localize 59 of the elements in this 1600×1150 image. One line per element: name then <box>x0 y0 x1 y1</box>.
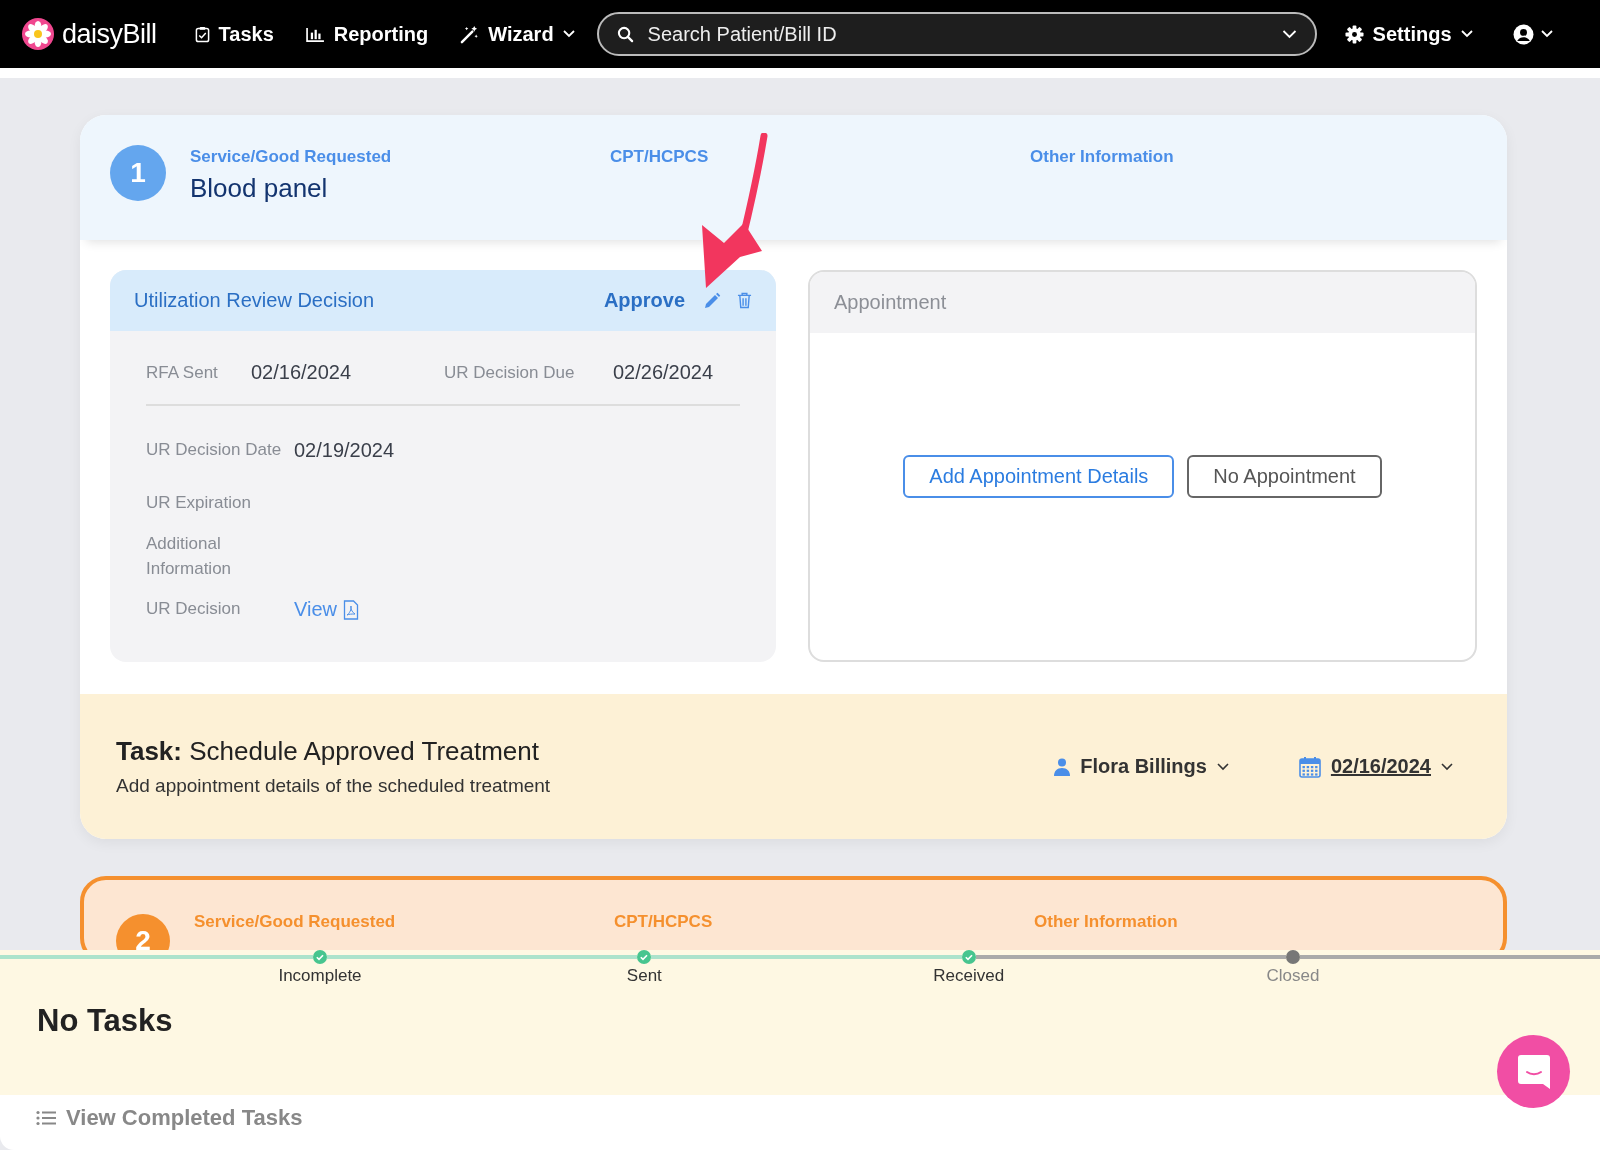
column-label: CPT/HCPCS <box>614 912 714 932</box>
user-avatar-icon <box>1512 23 1534 45</box>
nav-link[interactable]: Tasks <box>178 22 290 46</box>
chevron-down-icon <box>1216 762 1229 771</box>
chat-bubble-icon <box>1516 1053 1551 1090</box>
nav-link[interactable]: Reporting <box>289 22 445 46</box>
panel-title: No Tasks <box>0 988 1600 1095</box>
search-input[interactable]: Search Patient/Bill ID <box>645 21 1270 47</box>
settings-icon <box>1344 24 1364 44</box>
field-label: RFA Sent <box>146 362 219 383</box>
chevron-down-icon <box>1441 762 1453 771</box>
trash-icon[interactable] <box>737 292 752 309</box>
task-title: Task: Schedule Approved Treatment <box>116 736 540 767</box>
magic-wand-icon <box>460 24 480 44</box>
field-label: Additional Information <box>146 532 233 580</box>
column-label: CPT/HCPCS <box>610 147 710 167</box>
person-icon <box>1054 757 1071 776</box>
calendar-icon <box>1298 755 1321 778</box>
add-appointment-button[interactable]: Add Appointment Details <box>903 455 1175 498</box>
chevron-down-icon <box>562 30 575 38</box>
service-name: Blood panel <box>190 173 329 204</box>
pencil-icon[interactable] <box>703 291 721 310</box>
list-icon <box>36 1110 56 1126</box>
task-description: Add appointment details of the scheduled treatment <box>116 775 552 797</box>
brand-name[interactable]: daisyBill <box>62 18 157 50</box>
chevron-down-icon <box>1281 29 1297 39</box>
pdf-file-icon <box>343 599 359 620</box>
panel-title: Utilization Review Decision <box>134 289 376 312</box>
view-completed-link[interactable]: View Completed Tasks <box>36 1105 303 1131</box>
step-label: Closed <box>1266 966 1320 986</box>
flower-logo-icon[interactable] <box>22 18 54 50</box>
field-label: UR Expiration <box>146 492 252 515</box>
column-label: Other Information <box>1034 912 1178 932</box>
step-label: Received <box>933 966 1005 986</box>
field-label: UR Decision Date <box>146 439 283 462</box>
decision-status: Approve <box>603 289 685 312</box>
field-label: UR Decision <box>146 598 242 621</box>
settings-menu[interactable]: Settings <box>1328 22 1489 46</box>
column-label: Service/Good Requested <box>194 912 397 932</box>
search-bar[interactable]: Search Patient/Bill ID <box>596 12 1317 56</box>
search-icon <box>616 25 634 43</box>
assignee-dropdown[interactable]: Flora Billings <box>1048 754 1235 779</box>
step-label: Sent <box>626 966 662 986</box>
column-label: Other Information <box>1030 147 1174 167</box>
nav-link[interactable]: Wizard <box>444 22 591 46</box>
field-label: UR Decision Due <box>444 362 576 383</box>
field-value: 02/19/2024 <box>294 439 395 462</box>
step-number: 1 <box>110 145 166 201</box>
no-appointment-button[interactable]: No Appointment <box>1187 455 1382 498</box>
column-label: Service/Good Requested <box>190 147 393 167</box>
chevron-down-icon <box>1460 30 1473 38</box>
bar-chart-icon <box>305 26 325 42</box>
field-value: 02/16/2024 <box>251 361 353 384</box>
chevron-down-icon <box>1540 30 1553 38</box>
clipboard-check-icon <box>194 25 210 43</box>
step-label: Incomplete <box>278 966 362 986</box>
due-date-dropdown[interactable]: 02/16/2024 <box>1292 754 1459 779</box>
panel-title: Appointment <box>834 291 947 314</box>
field-value: 02/26/2024 <box>613 361 714 384</box>
